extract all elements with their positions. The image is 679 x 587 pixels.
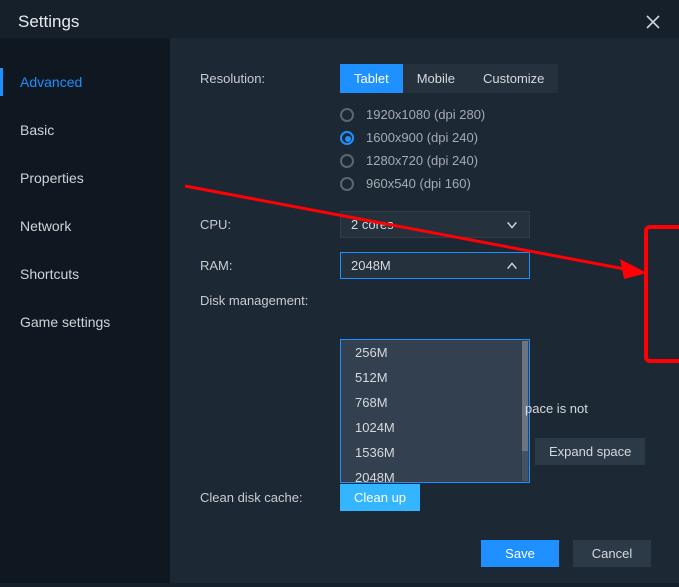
tab-mobile[interactable]: Mobile [403,64,469,93]
sidebar-item-game-settings[interactable]: Game settings [0,298,170,346]
disk-label: Disk management: [200,293,340,308]
ram-label: RAM: [200,258,340,273]
window-title: Settings [18,12,79,32]
ram-dropdown[interactable]: 2048M [340,252,530,279]
ram-option[interactable]: 256M [341,340,522,365]
resolution-option[interactable]: 1920x1080 (dpi 280) [340,107,649,122]
cpu-label: CPU: [200,217,340,232]
ram-option[interactable]: 768M [341,390,522,415]
radio-icon [340,154,354,168]
sidebar-item-properties[interactable]: Properties [0,154,170,202]
resolution-label: Resolution: [200,71,340,86]
cpu-value: 2 cores [351,217,394,232]
radio-label: 1280x720 (dpi 240) [366,153,478,168]
radio-icon [340,108,354,122]
disk-note-fragment: pace is not [525,401,588,416]
annotation-box [644,225,679,363]
radio-label: 1600x900 (dpi 240) [366,130,478,145]
resolution-tabs: Tablet Mobile Customize [340,64,558,93]
resolution-option[interactable]: 1280x720 (dpi 240) [340,153,649,168]
resolution-options: 1920x1080 (dpi 280) 1600x900 (dpi 240) 1… [340,107,649,191]
resolution-option[interactable]: 1600x900 (dpi 240) [340,130,649,145]
chevron-up-icon [505,259,519,273]
ram-option[interactable]: 512M [341,365,522,390]
radio-icon [340,131,354,145]
radio-icon [340,177,354,191]
radio-label: 960x540 (dpi 160) [366,176,471,191]
ram-dropdown-list: 256M 512M 768M 1024M 1536M 2048M [340,339,530,483]
ram-option[interactable]: 1024M [341,415,522,440]
ram-option[interactable]: 2048M [341,465,522,482]
radio-label: 1920x1080 (dpi 280) [366,107,485,122]
close-icon[interactable] [645,14,661,30]
sidebar: Advanced Basic Properties Network Shortc… [0,38,170,583]
sidebar-item-network[interactable]: Network [0,202,170,250]
sidebar-item-shortcuts[interactable]: Shortcuts [0,250,170,298]
scrollbar-thumb[interactable] [522,341,528,451]
save-button[interactable]: Save [481,540,559,567]
tab-customize[interactable]: Customize [469,64,558,93]
cpu-dropdown[interactable]: 2 cores [340,211,530,238]
ram-option[interactable]: 1536M [341,440,522,465]
sidebar-item-advanced[interactable]: Advanced [0,58,170,106]
ram-value: 2048M [351,258,391,273]
expand-space-button[interactable]: Expand space [535,438,645,465]
sidebar-item-basic[interactable]: Basic [0,106,170,154]
clean-up-button[interactable]: Clean up [340,484,420,511]
content-pane: Resolution: Tablet Mobile Customize 1920… [170,38,679,583]
resolution-option[interactable]: 960x540 (dpi 160) [340,176,649,191]
cancel-button[interactable]: Cancel [573,540,651,567]
clean-label: Clean disk cache: [200,490,340,505]
chevron-down-icon [505,218,519,232]
tab-tablet[interactable]: Tablet [340,64,403,93]
